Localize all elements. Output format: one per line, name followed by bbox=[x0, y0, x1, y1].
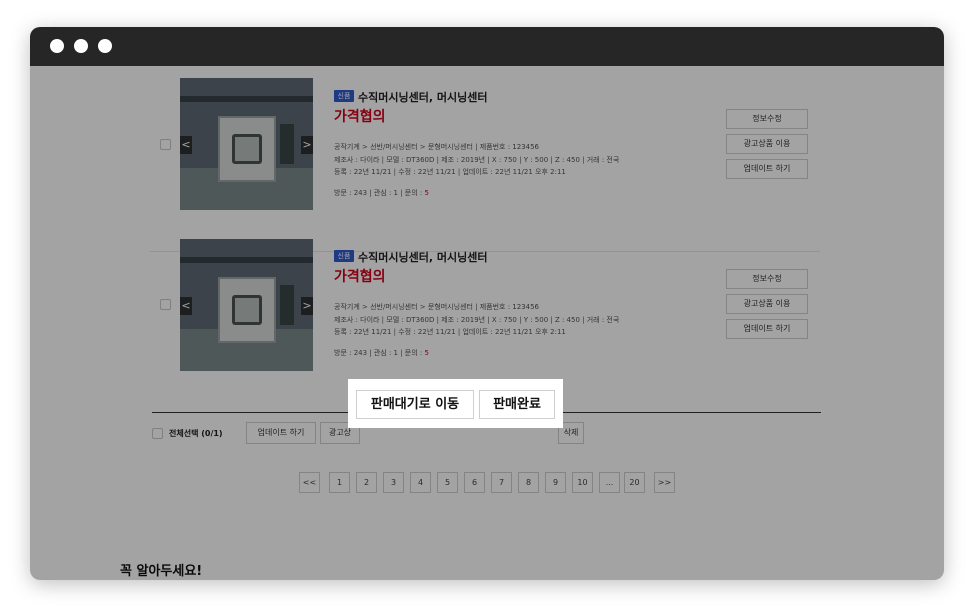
window-zoom-dot[interactable] bbox=[98, 39, 112, 53]
sold-out-button[interactable]: 판매완료 bbox=[479, 390, 555, 419]
window-close-dot[interactable] bbox=[50, 39, 64, 53]
page-content: < > 신품 수직머시닝센터, 머시닝센터 가격협의 공작기계 > 선반/머시닝… bbox=[30, 66, 944, 580]
modal-overlay[interactable] bbox=[30, 66, 944, 580]
title-bar bbox=[30, 27, 944, 66]
window-minimize-dot[interactable] bbox=[74, 39, 88, 53]
status-popup: 판매대기로 이동 판매완료 bbox=[348, 379, 563, 428]
move-to-waiting-button[interactable]: 판매대기로 이동 bbox=[356, 390, 474, 419]
browser-window: < > 신품 수직머시닝센터, 머시닝센터 가격협의 공작기계 > 선반/머시닝… bbox=[30, 27, 944, 580]
